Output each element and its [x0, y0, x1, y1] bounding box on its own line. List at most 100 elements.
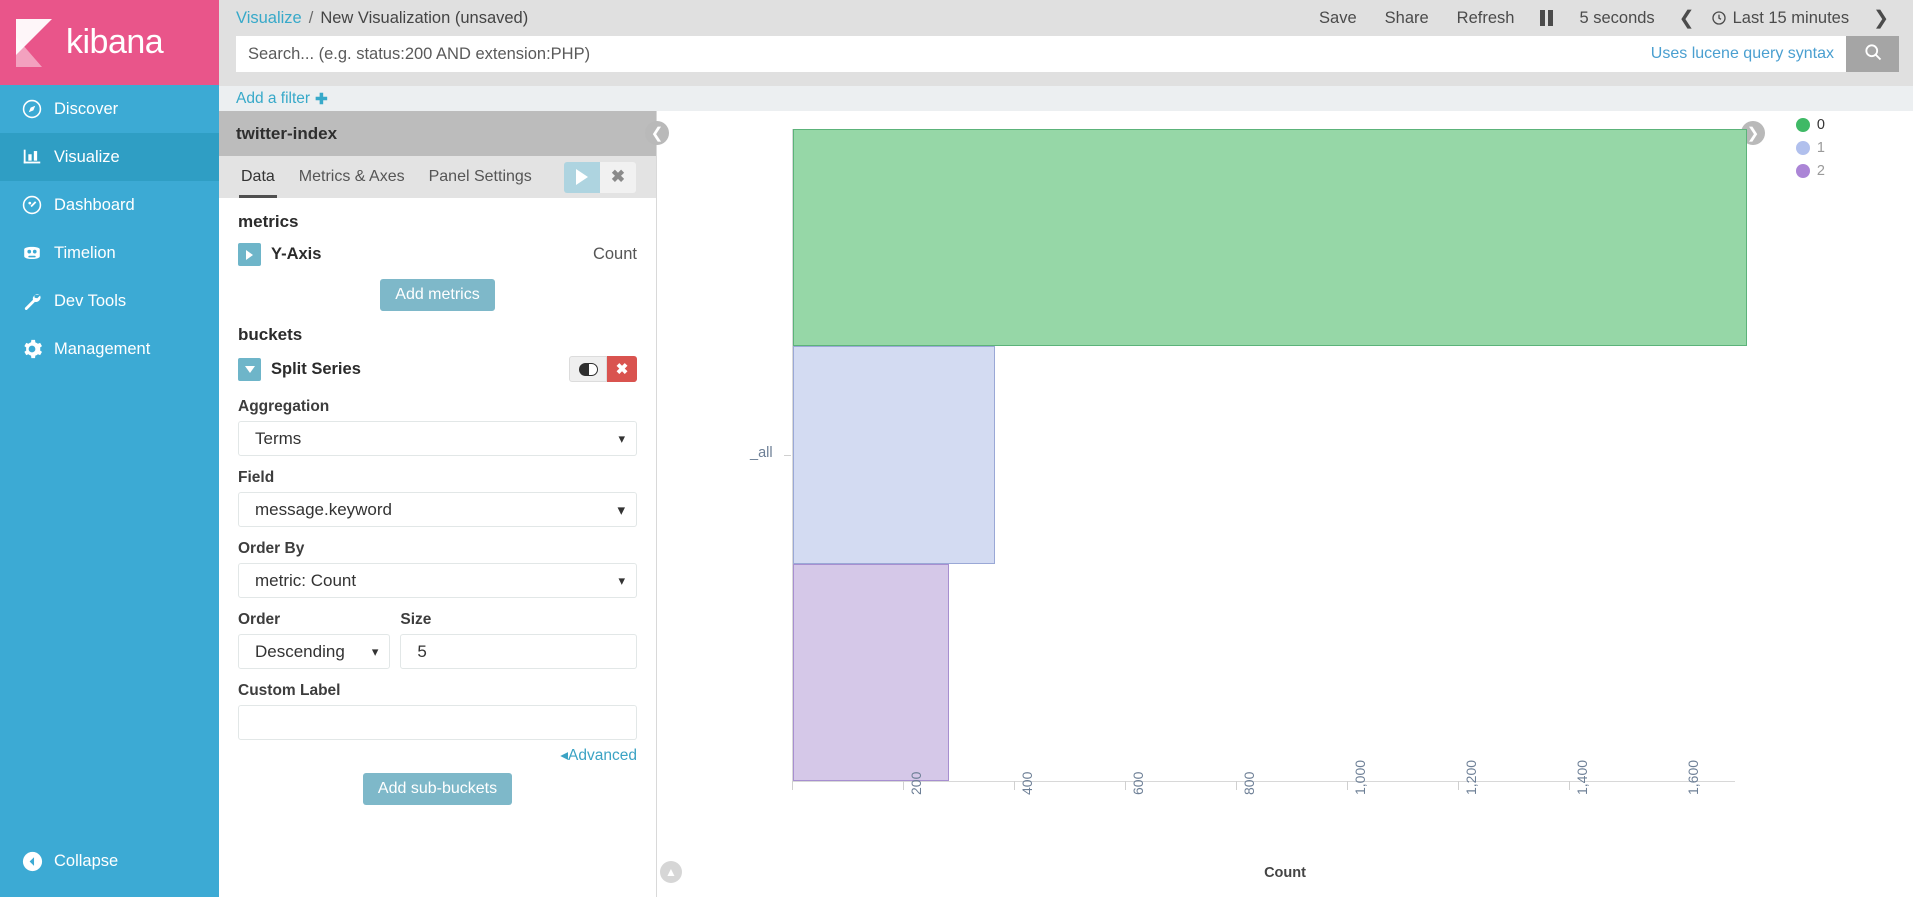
close-icon: ✖: [610, 167, 626, 186]
sidebar-item-dashboard[interactable]: Dashboard: [0, 181, 219, 229]
bucket-name: Split Series: [271, 359, 361, 378]
x-tick-label: 800: [1240, 771, 1257, 795]
chevron-right-icon[interactable]: ❯: [1863, 7, 1899, 30]
top-toolbar: Visualize / New Visualization (unsaved) …: [219, 0, 1913, 36]
clock-icon: [1711, 10, 1727, 26]
order-by-select-wrapper: metric: Count: [238, 563, 637, 598]
pause-icon[interactable]: [1528, 10, 1565, 26]
share-button[interactable]: Share: [1371, 9, 1443, 28]
chart-plot: _all 200 400 600 800 1,000 1,200 1,400 1…: [657, 111, 1913, 897]
caret-right-icon[interactable]: [238, 243, 261, 266]
size-label: Size: [400, 611, 432, 628]
field-select[interactable]: message.keyword: [238, 492, 637, 527]
x-tick-label: 400: [1018, 771, 1035, 795]
breadcrumb-current: New Visualization (unsaved): [320, 8, 529, 27]
size-input[interactable]: [400, 634, 637, 669]
remove-bucket-button[interactable]: ✖: [607, 356, 637, 382]
add-sub-buckets-button[interactable]: Add sub-buckets: [362, 773, 513, 805]
gear-icon: [10, 338, 54, 360]
breadcrumb-visualize[interactable]: Visualize: [236, 9, 302, 28]
refresh-interval-button[interactable]: 5 seconds: [1565, 9, 1668, 28]
order-by-select[interactable]: metric: Count: [238, 563, 637, 598]
aggregation-select[interactable]: Terms: [238, 421, 637, 456]
chevron-up-circle-icon[interactable]: ▲: [660, 861, 682, 883]
kibana-logo-icon: [8, 17, 60, 69]
tab-metrics-and-axes[interactable]: Metrics & Axes: [287, 156, 417, 198]
visualization-config-panel: twitter-index Data Metrics & Axes Panel …: [219, 111, 657, 897]
sidebar-collapse-label: Collapse: [54, 851, 119, 870]
time-range-button[interactable]: Last 15 minutes: [1705, 9, 1863, 28]
chevron-left-icon[interactable]: ❮: [1669, 7, 1705, 30]
timelion-icon: [10, 242, 54, 264]
sidebar-collapse-button[interactable]: Collapse: [0, 837, 219, 885]
sidebar-item-visualize[interactable]: Visualize: [0, 133, 219, 181]
aggregation-label: Aggregation: [238, 398, 330, 415]
custom-label-label: Custom Label: [238, 682, 341, 699]
x-axis-title: Count: [1264, 865, 1306, 881]
brand-logo[interactable]: kibana: [0, 0, 219, 85]
field-label: Field: [238, 469, 275, 486]
discard-changes-button[interactable]: ✖: [600, 161, 636, 193]
add-filter-label: Add a filter: [236, 89, 311, 107]
order-label: Order: [238, 611, 281, 628]
tab-data[interactable]: Data: [229, 156, 287, 198]
filter-bar: Add a filter ✚: [219, 86, 1913, 111]
add-metrics-row: Add metrics: [238, 279, 637, 311]
index-pattern-title: twitter-index: [219, 111, 656, 156]
x-axis-tick: [792, 781, 793, 790]
order-select[interactable]: Descending: [238, 634, 391, 669]
bar-series-2[interactable]: [793, 563, 950, 781]
sidebar-item-management[interactable]: Management: [0, 325, 219, 373]
add-metrics-button[interactable]: Add metrics: [380, 279, 495, 311]
brand-name: kibana: [66, 23, 164, 61]
order-and-size-row: Order Descending Size: [238, 598, 637, 669]
metrics-heading: metrics: [238, 212, 299, 231]
refresh-button[interactable]: Refresh: [1443, 9, 1529, 28]
config-tabs: Data Metrics & Axes Panel Settings ✖: [219, 156, 656, 198]
x-axis-tick: [1013, 781, 1015, 790]
metric-name: Y-Axis: [271, 245, 322, 263]
order-column: Order Descending: [238, 598, 391, 669]
x-tick-label: 1,000: [1351, 759, 1368, 795]
metric-row-y-axis[interactable]: Y-Axis Count: [238, 240, 637, 269]
toggle-switch-icon[interactable]: [569, 356, 607, 382]
sidebar-item-label: Visualize: [54, 147, 120, 166]
lucene-syntax-link[interactable]: Uses lucene query syntax: [1639, 45, 1846, 63]
sidebar-item-dev-tools[interactable]: Dev Tools: [0, 277, 219, 325]
query-input-wrapper: Uses lucene query syntax: [236, 36, 1846, 72]
x-tick-label: 600: [1129, 771, 1146, 795]
save-button[interactable]: Save: [1305, 9, 1371, 28]
x-axis-tick: [1346, 781, 1348, 790]
config-content: metrics Y-Axis Count Add metrics buckets: [219, 198, 656, 805]
bucket-row-split-series[interactable]: Split Series ✖: [238, 353, 637, 385]
sidebar-item-discover[interactable]: Discover: [0, 85, 219, 133]
kibana-app: kibana Discover Visualize Dashboard Time…: [0, 0, 1913, 897]
x-axis-tick: [1568, 781, 1570, 790]
caret-left-icon: ◂: [560, 747, 569, 764]
advanced-toggle[interactable]: ◂Advanced: [238, 740, 637, 765]
add-filter-button[interactable]: Add a filter ✚: [236, 90, 328, 108]
sidebar-item-label: Dashboard: [54, 195, 135, 214]
search-input[interactable]: [236, 36, 1639, 72]
collapse-config-panel-button[interactable]: ❮: [645, 121, 669, 145]
y-axis-tick: [784, 455, 791, 456]
sidebar-item-label: Dev Tools: [54, 291, 127, 310]
x-tick-label: 1,400: [1573, 759, 1590, 795]
advanced-label: Advanced: [568, 747, 637, 764]
caret-down-icon[interactable]: [238, 357, 261, 381]
search-submit-button[interactable]: [1846, 36, 1899, 72]
x-axis-tick: [1235, 781, 1237, 790]
sidebar-item-label: Timelion: [54, 243, 116, 262]
custom-label-input[interactable]: [238, 705, 637, 740]
tab-panel-settings[interactable]: Panel Settings: [417, 156, 544, 198]
chevron-left-circle-icon: [10, 850, 54, 873]
bar-series-0[interactable]: [793, 129, 1748, 347]
order-by-label: Order By: [238, 540, 305, 557]
apply-changes-button[interactable]: [564, 161, 600, 193]
sidebar-item-timelion[interactable]: Timelion: [0, 229, 219, 277]
tab-label: Panel Settings: [428, 168, 532, 185]
x-tick-label: 1,600: [1684, 759, 1701, 795]
wrench-icon: [10, 290, 54, 312]
bar-series-1[interactable]: [793, 346, 996, 564]
